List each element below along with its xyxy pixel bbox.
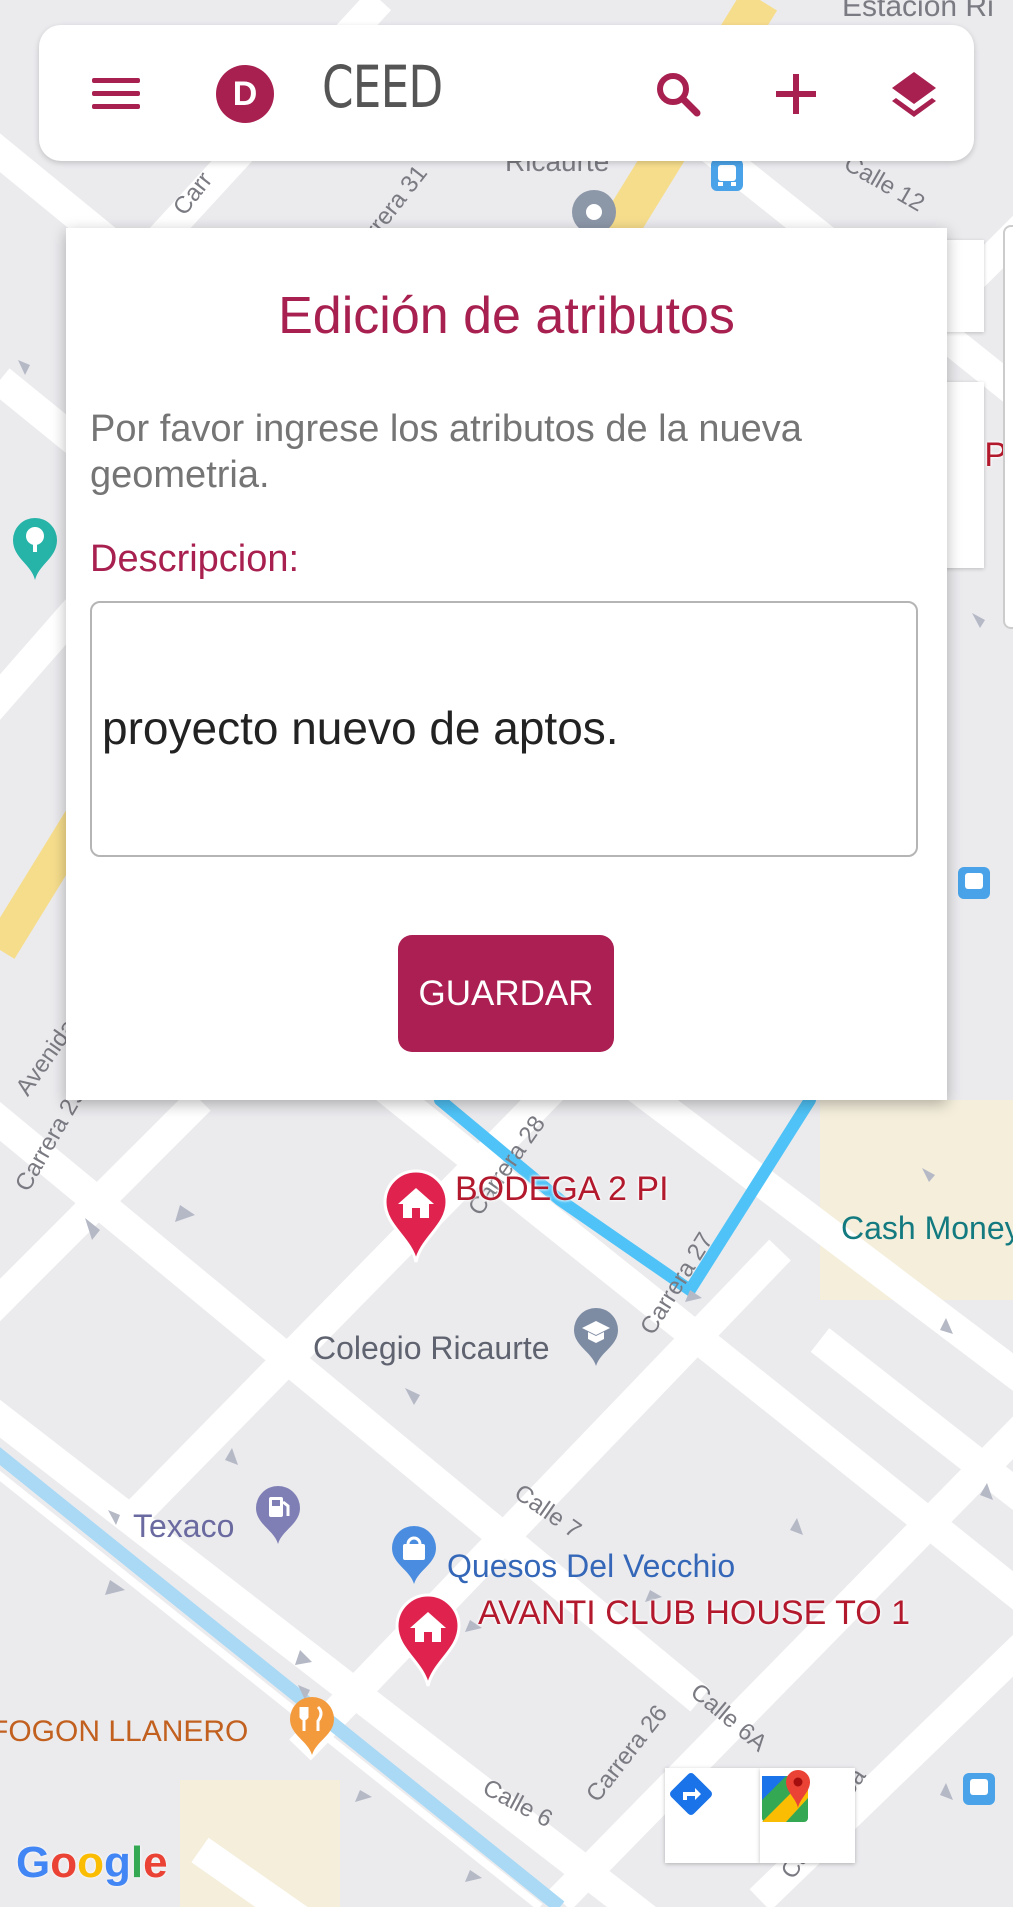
description-value: proyecto nuevo de aptos.	[102, 702, 619, 754]
top-app-bar: D CEED	[39, 25, 974, 161]
layers-icon	[892, 72, 936, 117]
plus-icon	[776, 74, 816, 114]
poi-label-avanti[interactable]: AVANTI CLUB HOUSE TO 1	[478, 1594, 910, 1633]
google-logo: Google	[16, 1838, 168, 1887]
add-button[interactable]	[761, 59, 831, 129]
street-label-estacion: Estación Ri	[842, 0, 994, 23]
house-marker-icon[interactable]	[381, 1168, 451, 1264]
search-button[interactable]	[643, 59, 713, 129]
layers-button[interactable]	[879, 59, 949, 129]
menu-button[interactable]	[82, 59, 152, 129]
poi-label-colegio[interactable]: Colegio Ricaurte	[313, 1330, 550, 1367]
house-marker-icon[interactable]	[393, 1592, 463, 1688]
directions-icon	[670, 1773, 712, 1815]
poi-label-cash-money[interactable]: Cash Money	[841, 1210, 1013, 1247]
bus-stop-icon	[958, 867, 990, 899]
bus-stop-icon	[711, 159, 743, 191]
app-logo: D	[216, 65, 274, 123]
description-label: Descripcion:	[90, 538, 300, 580]
search-icon	[657, 73, 701, 117]
bus-stop-icon	[963, 1773, 995, 1805]
google-maps-icon	[762, 1770, 810, 1822]
attributes-dialog: Edición de atributos Por favor ingrese l…	[66, 228, 947, 1100]
poi-label-fogon[interactable]: FOGON LLANERO	[0, 1715, 248, 1749]
park-icon[interactable]	[11, 518, 59, 582]
save-button[interactable]: GUARDAR	[398, 935, 614, 1052]
directions-button[interactable]	[665, 1768, 760, 1863]
poi-label-texaco[interactable]: Texaco	[133, 1508, 234, 1545]
dialog-title: Edición de atributos	[278, 287, 735, 345]
poi-label-bodega[interactable]: BODEGA 2 PI	[455, 1170, 669, 1209]
poi-label-quesos[interactable]: Quesos Del Vecchio	[447, 1548, 735, 1585]
app-title: CEED	[322, 53, 443, 121]
restaurant-icon[interactable]	[288, 1697, 336, 1757]
description-input[interactable]: proyecto nuevo de aptos.	[90, 601, 918, 857]
school-icon[interactable]	[572, 1308, 620, 1368]
open-in-maps-button[interactable]	[760, 1768, 855, 1863]
shopping-icon[interactable]	[390, 1526, 438, 1586]
gas-station-icon[interactable]	[254, 1486, 302, 1546]
dialog-message: Por favor ingrese los atributos de la nu…	[90, 408, 802, 496]
menu-icon	[92, 78, 140, 109]
side-panel-edge[interactable]	[1003, 225, 1013, 629]
